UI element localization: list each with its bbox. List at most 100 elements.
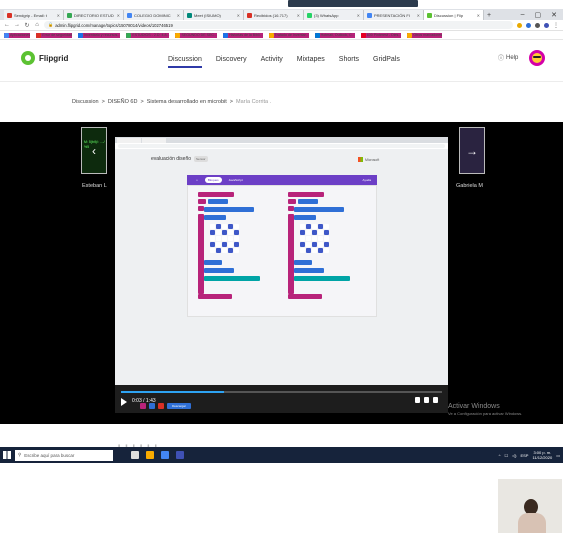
reload-icon[interactable]: ↻ bbox=[24, 22, 30, 29]
bookmark-item[interactable]: Historias de la Bibli... bbox=[223, 32, 263, 38]
bookmark-item[interactable]: Otros marcadores bbox=[407, 32, 443, 38]
nav-gridpals[interactable]: GridPals bbox=[373, 56, 400, 68]
code-block-stack bbox=[288, 192, 356, 312]
led-cell bbox=[216, 242, 221, 247]
bookmark-item[interactable]: Error de seguridad bbox=[36, 32, 72, 38]
strip-icon bbox=[149, 403, 155, 409]
bookmark-label: Inventario y recursos... bbox=[83, 33, 121, 37]
volume-icon[interactable] bbox=[415, 397, 420, 403]
close-tab-icon[interactable]: ✕ bbox=[117, 13, 120, 18]
avatar[interactable] bbox=[529, 50, 545, 66]
address-bar: ← → ↻ ⌂ 🔒 admin.flipgrid.com/manage/topic… bbox=[0, 20, 563, 31]
clock[interactable]: 3:00 p. m. 11/12/2020 bbox=[532, 450, 552, 460]
close-tab-icon[interactable]: ✕ bbox=[57, 13, 60, 18]
browser-tab[interactable]: PRESENTACIÓN FI ✕ bbox=[364, 10, 424, 20]
close-tab-icon[interactable]: ✕ bbox=[417, 13, 420, 18]
breadcrumb-link[interactable]: Sistema desarrollado en microbit bbox=[147, 99, 227, 105]
breadcrumb-link[interactable]: DISEÑO 6D bbox=[108, 99, 138, 105]
browser-tab[interactable]: Discussion | Flip ✕ bbox=[424, 10, 484, 20]
browser-tab[interactable]: COLEGIO DOMINIC ✕ bbox=[124, 10, 184, 20]
new-tab-icon[interactable]: + bbox=[484, 10, 494, 20]
breadcrumb-separator: > bbox=[229, 99, 233, 105]
bookmark-label: Error de seguridad bbox=[42, 33, 72, 37]
event-block bbox=[288, 192, 324, 197]
file-explorer-icon[interactable] bbox=[146, 451, 154, 459]
extension-icon[interactable] bbox=[526, 22, 531, 28]
app-icon[interactable] bbox=[176, 451, 184, 459]
extension-icon[interactable] bbox=[517, 22, 522, 28]
settings-icon[interactable] bbox=[424, 397, 429, 403]
extension-icon[interactable] bbox=[535, 22, 540, 28]
bookmark-item[interactable]: Inventario y recursos... bbox=[77, 32, 121, 38]
flipgrid-logo[interactable]: Flipgrid bbox=[21, 51, 68, 65]
nav-discovery[interactable]: Discovery bbox=[216, 56, 247, 68]
notifications-icon[interactable]: ▭ bbox=[556, 453, 560, 458]
music-block bbox=[204, 276, 260, 281]
taskbar-search[interactable]: ⚲ Escribe aquí para buscar bbox=[15, 449, 113, 461]
bookmark-label: ESTUDIOS - 2.D. 4.8... bbox=[132, 33, 170, 37]
block-rail bbox=[198, 214, 204, 294]
bookmark-item[interactable]: SEGUNDO DE SEC... bbox=[175, 32, 218, 38]
chrome-icon[interactable] bbox=[161, 451, 169, 459]
close-tab-icon[interactable]: ✕ bbox=[477, 13, 480, 18]
bookmark-favicon-icon bbox=[126, 32, 132, 38]
maximize-icon[interactable]: ▢ bbox=[535, 11, 542, 19]
tray-arrow-icon[interactable]: ^ bbox=[499, 453, 501, 458]
app-header: Flipgrid Discussion Discovery Activity Mixt… bbox=[0, 40, 563, 82]
next-video-thumb[interactable]: → bbox=[459, 127, 485, 174]
show-string-block bbox=[204, 207, 254, 212]
nav-activity[interactable]: Activity bbox=[261, 56, 283, 68]
network-icon[interactable]: ☐ bbox=[504, 453, 508, 458]
windows-start-icon[interactable] bbox=[3, 451, 11, 459]
bookmark-item[interactable]: ESTUDIOS - 2.D. 4.8... bbox=[126, 32, 170, 38]
close-tab-icon[interactable]: ✕ bbox=[357, 13, 360, 18]
back-icon[interactable]: ← bbox=[4, 22, 10, 28]
bookmark-item[interactable]: 600 Pinterest - Dies... bbox=[360, 32, 402, 38]
home-icon[interactable]: ⌂ bbox=[34, 22, 40, 28]
bookmark-item[interactable]: Hotmail, Outlook, C... bbox=[314, 32, 355, 38]
video-progress-bar[interactable] bbox=[121, 391, 442, 393]
play-icon[interactable] bbox=[121, 398, 127, 406]
nav-shorts[interactable]: Shorts bbox=[339, 56, 359, 68]
close-tab-icon[interactable]: ✕ bbox=[237, 13, 240, 18]
breadcrumb-current: María Corrita . bbox=[236, 99, 272, 105]
volume-tray-icon[interactable]: ◁) bbox=[512, 453, 516, 458]
close-tab-icon[interactable]: ✕ bbox=[297, 13, 300, 18]
nav-mixtapes[interactable]: Mixtapes bbox=[297, 56, 325, 68]
profile-icon[interactable] bbox=[544, 22, 549, 28]
browser-tab[interactable]: Sendgrip - Email: t ✕ bbox=[4, 10, 64, 20]
bookmarks-bar: Aplicaciones Error de seguridad Inventario… bbox=[0, 31, 563, 40]
bookmark-item[interactable]: Aplicaciones bbox=[4, 32, 31, 38]
led-cell bbox=[300, 224, 305, 229]
condition-block bbox=[208, 199, 228, 204]
led-cell bbox=[324, 248, 329, 253]
arrow-right-icon[interactable]: → bbox=[460, 128, 484, 173]
led-cell bbox=[222, 236, 227, 241]
nav-discussion[interactable]: Discussion bbox=[168, 56, 202, 68]
browser-tab[interactable]: (3) WhatsApp ✕ bbox=[304, 10, 364, 20]
bookmark-item[interactable]: Tratado de Inventar... bbox=[268, 32, 309, 38]
browser-tab[interactable]: Meet (ISIUMO) ✕ bbox=[184, 10, 244, 20]
help-button[interactable]: ⓘ Help bbox=[498, 53, 518, 63]
led-cell bbox=[312, 230, 317, 235]
url-field[interactable]: 🔒 admin.flipgrid.com/manage/topics/150780… bbox=[44, 21, 513, 29]
tab-favicon-icon bbox=[187, 12, 192, 18]
previous-video-thumb[interactable]: M: 5(bit)/: ..../ %5 ‹ bbox=[81, 127, 107, 174]
menu-icon[interactable]: ⋮ bbox=[553, 22, 559, 29]
browser-tab[interactable]: DIRECTORIO ESTUD ✕ bbox=[64, 10, 124, 20]
tab-label: COLEGIO DOMINIC bbox=[134, 12, 171, 18]
forward-icon[interactable]: → bbox=[14, 22, 20, 28]
browser-tab[interactable]: Recibidos (16.717) ✕ bbox=[244, 10, 304, 20]
chevron-left-icon[interactable]: ‹ bbox=[82, 128, 106, 173]
task-view-icon[interactable] bbox=[131, 451, 139, 459]
fullscreen-icon[interactable] bbox=[433, 397, 438, 403]
close-tab-icon[interactable]: ✕ bbox=[177, 13, 180, 18]
shared-tab bbox=[142, 138, 166, 143]
language-indicator[interactable]: ESP bbox=[520, 453, 528, 458]
led-cell bbox=[318, 224, 323, 229]
minimize-icon[interactable]: – bbox=[521, 11, 525, 18]
led-cell bbox=[210, 242, 215, 247]
breadcrumb-link[interactable]: Discussion bbox=[72, 99, 99, 105]
tab-label: Meet (ISIUMO) bbox=[194, 12, 221, 18]
close-window-icon[interactable]: ✕ bbox=[551, 11, 557, 19]
